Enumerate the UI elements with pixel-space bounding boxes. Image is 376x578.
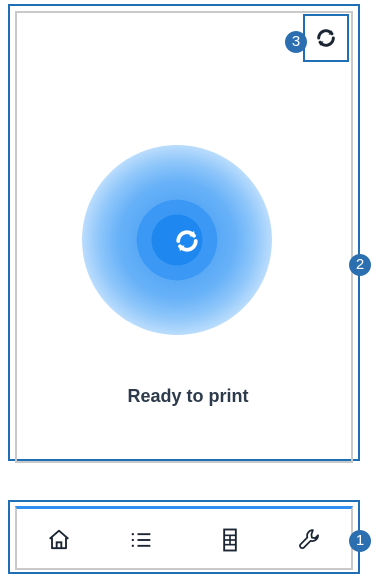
annotation-badge-1: 1 bbox=[349, 530, 371, 552]
nav-settings-button[interactable] bbox=[296, 526, 324, 554]
film-icon bbox=[223, 528, 237, 552]
home-icon bbox=[49, 529, 69, 550]
status-text: Ready to print bbox=[127, 386, 249, 406]
annotation-badge-3: 3 bbox=[285, 31, 307, 53]
sync-icon bbox=[176, 230, 198, 252]
nav-list-button[interactable] bbox=[127, 526, 155, 554]
top-sync-button[interactable] bbox=[303, 14, 349, 62]
sync-icon bbox=[317, 29, 335, 47]
nav-home-button[interactable] bbox=[45, 526, 73, 554]
nav-film-button[interactable] bbox=[216, 526, 244, 554]
annotation-badge-2: 2 bbox=[349, 254, 371, 276]
list-icon bbox=[131, 533, 151, 547]
wrench-icon bbox=[299, 529, 319, 550]
